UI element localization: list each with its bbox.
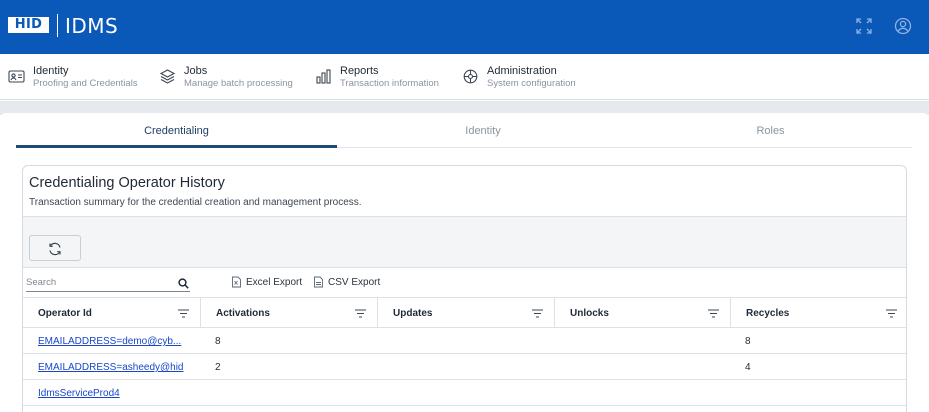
nav-item-subtitle: System configuration [487, 78, 576, 89]
operator-id-link[interactable]: EMAILADDRESS=demo@cyb... [38, 336, 188, 347]
tab-credentialing[interactable]: Credentialing [16, 125, 337, 147]
nav-item-administration[interactable]: Administration System configuration [462, 64, 592, 92]
id-card-icon [8, 68, 26, 86]
column-label: Recycles [746, 308, 789, 319]
logo-divider [57, 14, 58, 37]
search-row: Excel Export CSV Export [23, 267, 907, 297]
toolbar [23, 216, 907, 267]
nav-item-title: Jobs [184, 65, 207, 77]
excel-export-button[interactable]: Excel Export [231, 276, 307, 290]
settings-icon [462, 68, 480, 86]
operator-id-link[interactable]: IdmsServiceProd4 [38, 388, 188, 399]
column-header-activations[interactable]: Activations [200, 298, 377, 328]
table-row: EMAILADDRESS=demo@cyb... 8 8 [23, 328, 907, 354]
excel-export-label: Excel Export [246, 277, 302, 288]
operator-history-panel: Credentialing Operator History Transacti… [22, 165, 907, 412]
excel-file-icon [231, 276, 242, 288]
recycles-cell: 4 [745, 362, 751, 373]
nav-item-identity[interactable]: Identity Proofing and Credentials [8, 64, 148, 92]
filter-icon[interactable] [532, 309, 543, 318]
bar-chart-icon [315, 68, 333, 86]
active-tab-indicator [16, 145, 337, 148]
csv-file-icon [313, 276, 324, 288]
layers-icon [159, 68, 177, 86]
column-label: Operator Id [38, 308, 92, 319]
main-navigation: Identity Proofing and Credentials Jobs M… [0, 54, 929, 100]
column-header-recycles[interactable]: Recycles [730, 298, 907, 328]
table-row: IdmsServiceProd4 [23, 380, 907, 406]
tab-roles[interactable]: Roles [629, 125, 912, 147]
nav-item-subtitle: Proofing and Credentials [33, 78, 138, 89]
csv-export-label: CSV Export [328, 277, 380, 288]
column-label: Updates [393, 308, 432, 319]
recycles-cell: 8 [745, 336, 751, 347]
user-account-icon[interactable] [894, 17, 912, 35]
column-header-unlocks[interactable]: Unlocks [554, 298, 730, 328]
hid-logo: HID [8, 17, 49, 33]
nav-item-title: Administration [487, 65, 557, 77]
activations-cell: 8 [215, 336, 221, 347]
refresh-button[interactable] [29, 235, 81, 261]
search-input[interactable] [26, 273, 190, 292]
nav-item-subtitle: Manage batch processing [184, 78, 293, 89]
nav-item-title: Identity [33, 65, 68, 77]
filter-icon[interactable] [178, 309, 189, 318]
filter-icon[interactable] [355, 309, 366, 318]
expand-icon[interactable] [855, 17, 873, 35]
column-label: Unlocks [570, 308, 609, 319]
refresh-icon [47, 241, 63, 257]
nav-item-reports[interactable]: Reports Transaction information [315, 64, 450, 92]
app-title: IDMS [65, 14, 118, 38]
filter-icon[interactable] [708, 309, 719, 318]
app-header: HID IDMS [0, 0, 929, 54]
column-header-operator-id[interactable]: Operator Id [23, 298, 200, 328]
nav-item-subtitle: Transaction information [340, 78, 439, 89]
nav-item-jobs[interactable]: Jobs Manage batch processing [159, 64, 299, 92]
csv-export-button[interactable]: CSV Export [313, 276, 383, 290]
column-label: Activations [216, 308, 270, 319]
activations-cell: 2 [215, 362, 221, 373]
column-header-updates[interactable]: Updates [377, 298, 554, 328]
panel-title: Credentialing Operator History [29, 175, 225, 191]
filter-icon[interactable] [886, 309, 897, 318]
tab-identity[interactable]: Identity [337, 125, 629, 147]
nav-item-title: Reports [340, 65, 379, 77]
search-icon[interactable] [178, 276, 189, 294]
table-header: Operator Id Activations Updates Unlocks … [23, 297, 907, 328]
operator-id-link[interactable]: EMAILADDRESS=asheedy@hid [38, 362, 188, 373]
panel-subtitle: Transaction summary for the credential c… [29, 197, 362, 208]
table-row: EMAILADDRESS=asheedy@hid 2 4 [23, 354, 907, 380]
